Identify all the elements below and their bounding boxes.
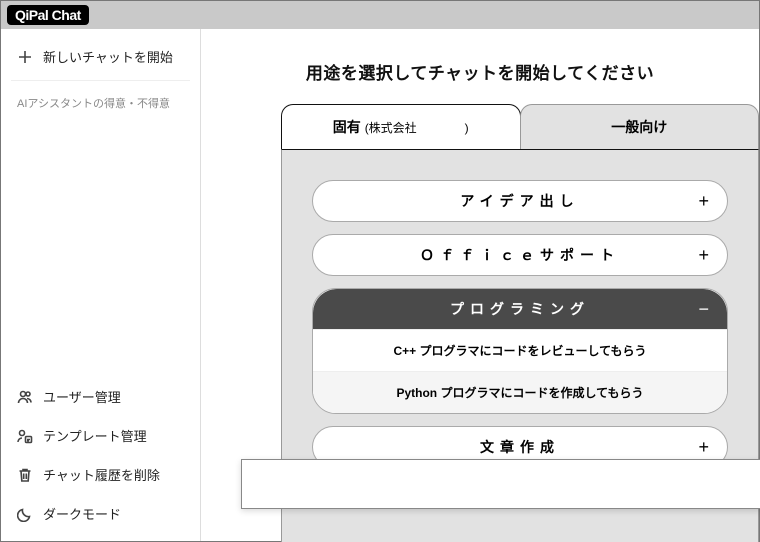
sidebar: 新しいチャットを開始 AIアシスタントの得意・不得意 ユーザー管理 テンプレート…	[1, 29, 201, 541]
spacer	[1, 121, 200, 377]
top-bar: QiPal Chat	[1, 1, 759, 29]
tab-public[interactable]: 一般向け	[520, 104, 760, 149]
category-label: アイデア出し	[460, 191, 579, 211]
user-management-link[interactable]: ユーザー管理	[1, 377, 200, 416]
template-item-python-create[interactable]: Python プログラマにコードを作成してもらう	[313, 371, 727, 413]
tab-public-label: 一般向け	[611, 119, 667, 135]
tab-own-suffix: (株式会社 )	[365, 121, 469, 135]
category-idea: アイデア出し +	[312, 180, 728, 222]
expand-icon: +	[698, 245, 709, 266]
collapse-icon: −	[698, 299, 709, 320]
dark-mode-toggle[interactable]: ダークモード	[1, 494, 200, 533]
delete-history-link[interactable]: チャット履歴を削除	[1, 455, 200, 494]
main-area: 用途を選択してチャットを開始してください 固有 (株式会社 ) 一般向け アイデ…	[201, 29, 759, 541]
expand-icon: +	[698, 191, 709, 212]
tab-own[interactable]: 固有 (株式会社 )	[281, 104, 521, 149]
chat-input-bar[interactable]	[241, 459, 760, 509]
template-management-label: テンプレート管理	[43, 426, 147, 445]
new-chat-button[interactable]: 新しいチャットを開始	[1, 37, 200, 76]
users-icon	[17, 389, 33, 405]
template-icon	[17, 428, 33, 444]
page-title: 用途を選択してチャットを開始してください	[201, 29, 759, 104]
category-label: Ｏｆｆｉｃｅサポート	[420, 245, 620, 265]
divider	[11, 80, 190, 81]
category-office-header[interactable]: Ｏｆｆｉｃｅサポート +	[313, 235, 727, 275]
category-label: プログラミング	[450, 299, 590, 319]
moon-icon	[17, 506, 33, 522]
app-logo: QiPal Chat	[7, 5, 89, 25]
category-office: Ｏｆｆｉｃｅサポート +	[312, 234, 728, 276]
template-management-link[interactable]: テンプレート管理	[1, 416, 200, 455]
assistant-note-link[interactable]: AIアシスタントの得意・不得意	[1, 85, 200, 121]
app-window: QiPal Chat 新しいチャットを開始 AIアシスタントの得意・不得意 ユー…	[0, 0, 760, 542]
plus-icon	[17, 49, 33, 65]
tab-own-prefix: 固有	[333, 119, 361, 135]
category-idea-header[interactable]: アイデア出し +	[313, 181, 727, 221]
dark-mode-label: ダークモード	[43, 504, 121, 523]
user-management-label: ユーザー管理	[43, 387, 121, 406]
template-item-cpp-review[interactable]: C++ プログラマにコードをレビューしてもらう	[313, 329, 727, 371]
tabs: 固有 (株式会社 ) 一般向け	[201, 104, 759, 149]
delete-history-label: チャット履歴を削除	[43, 465, 160, 484]
expand-icon: +	[698, 437, 709, 458]
new-chat-label: 新しいチャットを開始	[43, 47, 173, 66]
category-label: 文章作成	[480, 437, 560, 457]
category-programming-items: C++ プログラマにコードをレビューしてもらう Python プログラマにコード…	[313, 329, 727, 413]
category-programming: プログラミング − C++ プログラマにコードをレビューしてもらう Python…	[312, 288, 728, 414]
trash-icon	[17, 467, 33, 483]
app-body: 新しいチャットを開始 AIアシスタントの得意・不得意 ユーザー管理 テンプレート…	[1, 29, 759, 541]
category-programming-header[interactable]: プログラミング −	[313, 289, 727, 329]
